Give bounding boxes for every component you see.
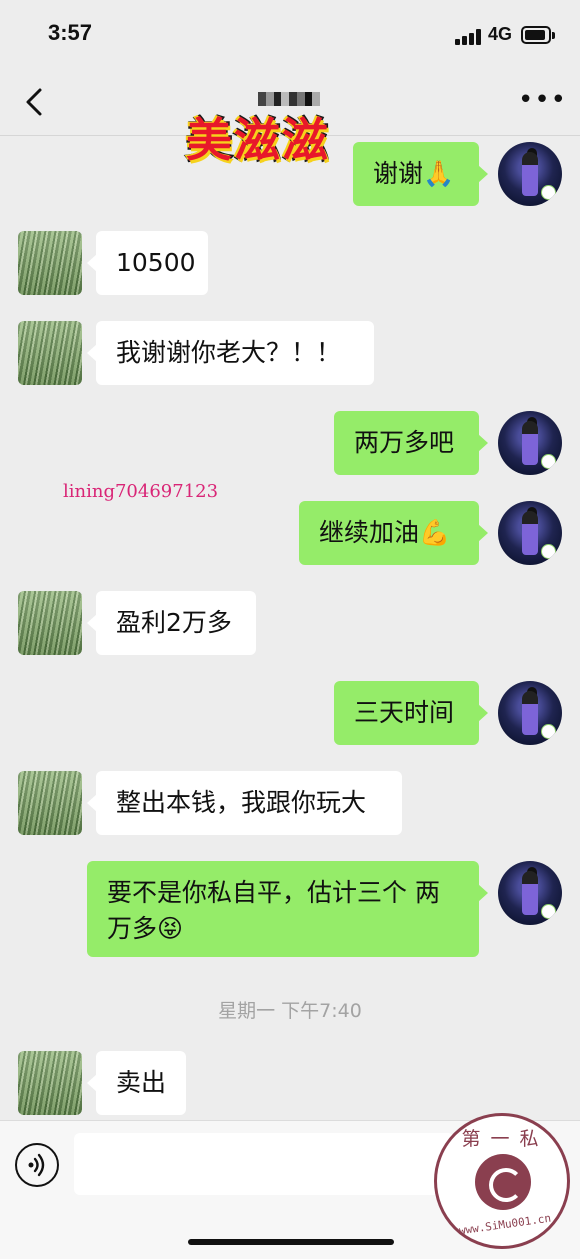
battery-icon — [521, 26, 555, 44]
message-bubble-outgoing[interactable]: 两万多吧 — [334, 411, 488, 475]
stamp-emblem-icon — [475, 1154, 531, 1210]
network-label: 4G — [488, 24, 513, 44]
self-avatar[interactable] — [498, 861, 562, 925]
time-separator: 星期一 下午7:40 — [218, 1000, 362, 1022]
contact-avatar[interactable] — [18, 591, 82, 655]
signal-icon — [455, 29, 483, 45]
status-bar: 3:57 4G — [0, 0, 580, 68]
message-bubble-outgoing[interactable]: 谢谢🙏 — [353, 142, 488, 206]
home-indicator — [188, 1239, 394, 1245]
voice-input-button[interactable] — [15, 1143, 59, 1187]
status-time: 3:57 — [48, 20, 93, 45]
message-bubble-outgoing[interactable]: 三天时间 — [334, 681, 488, 745]
contact-avatar[interactable] — [18, 321, 82, 385]
self-avatar[interactable] — [498, 142, 562, 206]
message-bubble-incoming[interactable]: 我谢谢你老大？！！ — [87, 321, 374, 385]
more-options-button[interactable]: ••• — [518, 87, 566, 116]
contact-watermark: lining704697123 — [63, 481, 219, 502]
battery-level — [525, 30, 545, 40]
brand-watermark: 美滋滋 — [185, 112, 330, 169]
voice-icon — [28, 1153, 45, 1177]
message-bubble-incoming[interactable]: 盈利2万多 — [87, 591, 256, 655]
contact-avatar[interactable] — [18, 1051, 82, 1115]
message-bubble-incoming[interactable]: 10500 — [87, 231, 208, 295]
site-stamp-logo: 第一私募 www.SiMu001.cn — [434, 1113, 570, 1249]
back-button[interactable] — [18, 82, 54, 122]
contact-avatar[interactable] — [18, 771, 82, 835]
self-avatar[interactable] — [498, 411, 562, 475]
message-input[interactable] — [74, 1133, 454, 1195]
message-bubble-incoming[interactable]: 卖出 — [87, 1051, 186, 1115]
message-bubble-outgoing[interactable]: 要不是你私自平，估计三个 两万多😝 — [87, 861, 488, 957]
contact-avatar[interactable] — [18, 231, 82, 295]
self-avatar[interactable] — [498, 681, 562, 745]
message-bubble-outgoing[interactable]: 继续加油💪 — [299, 501, 488, 565]
chevron-left-icon — [26, 88, 42, 116]
self-avatar[interactable] — [498, 501, 562, 565]
message-bubble-incoming[interactable]: 整出本钱，我跟你玩大 — [87, 771, 402, 835]
